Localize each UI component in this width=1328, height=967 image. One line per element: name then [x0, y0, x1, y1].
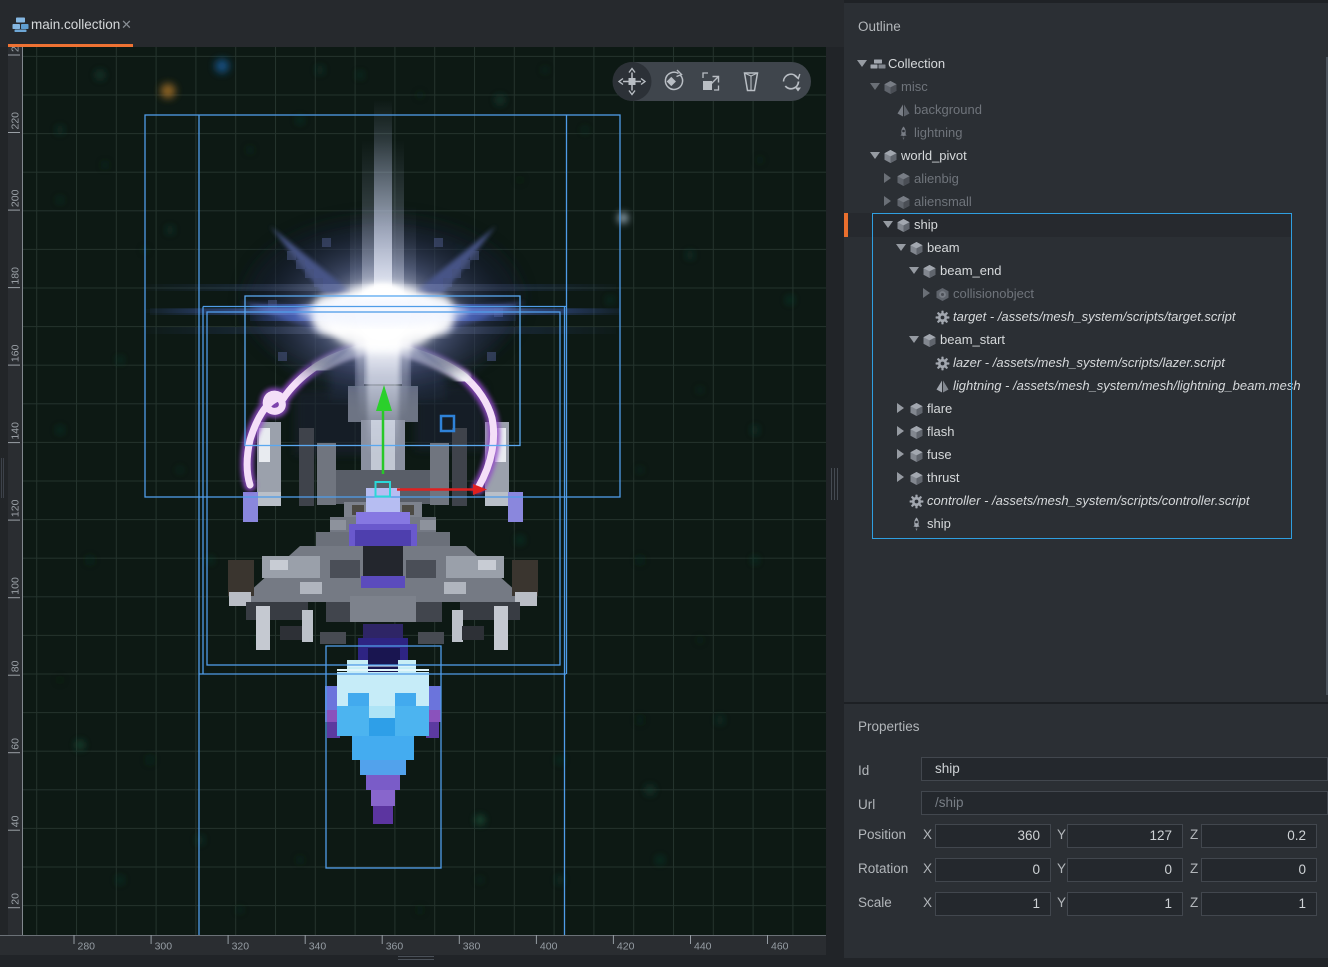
svg-text:440: 440 [694, 941, 712, 953]
svg-text:220: 220 [9, 112, 20, 130]
svg-text:240: 240 [9, 47, 20, 52]
svg-text:300: 300 [155, 941, 173, 953]
svg-text:460: 460 [771, 941, 789, 953]
svg-text:40: 40 [9, 815, 20, 827]
svg-text:20: 20 [9, 893, 20, 905]
svg-text:60: 60 [9, 738, 20, 750]
svg-text:140: 140 [9, 422, 20, 440]
svg-text:180: 180 [9, 267, 20, 285]
svg-text:200: 200 [9, 189, 20, 207]
svg-text:80: 80 [9, 660, 20, 672]
svg-text:420: 420 [617, 941, 635, 953]
svg-text:400: 400 [540, 941, 558, 953]
svg-text:120: 120 [9, 499, 20, 517]
svg-text:160: 160 [9, 344, 20, 362]
svg-text:340: 340 [309, 941, 327, 953]
svg-text:360: 360 [386, 941, 404, 953]
svg-text:280: 280 [78, 941, 96, 953]
svg-text:320: 320 [232, 941, 250, 953]
svg-text:380: 380 [463, 941, 481, 953]
svg-text:100: 100 [9, 577, 20, 595]
